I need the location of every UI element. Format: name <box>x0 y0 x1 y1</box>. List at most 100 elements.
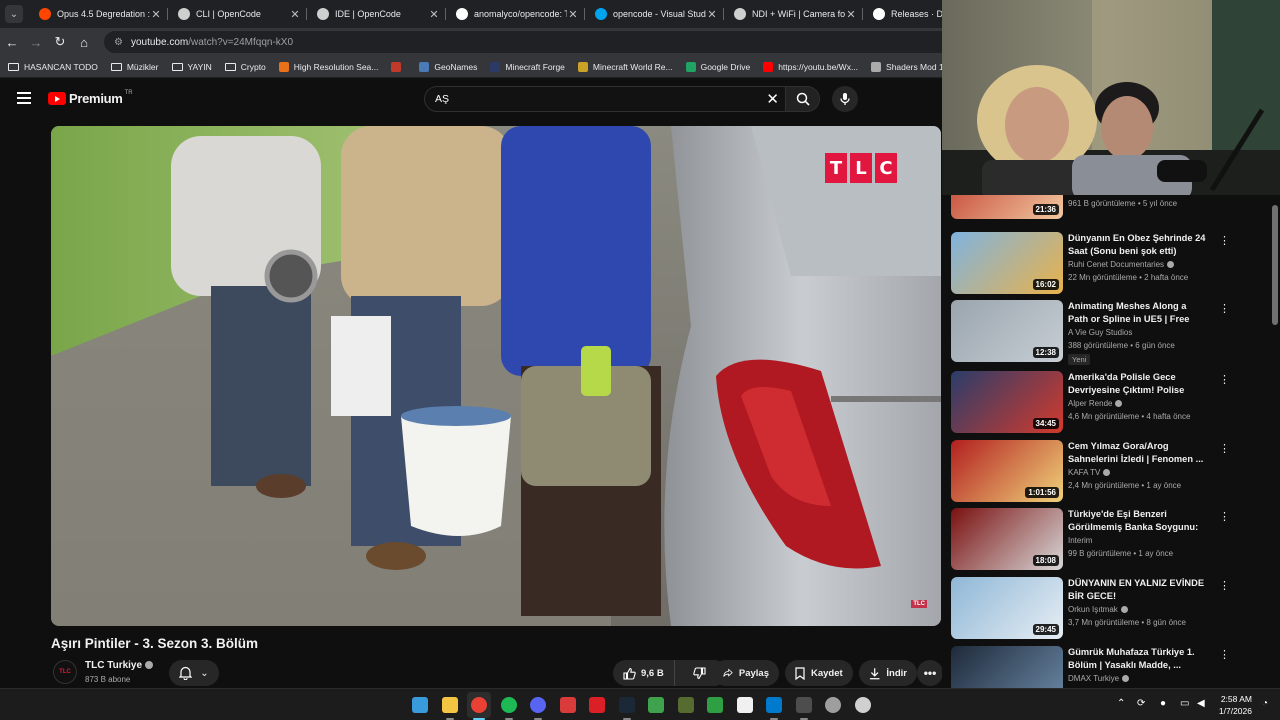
display-icon[interactable]: ▭ <box>1180 698 1189 709</box>
taskbar-app-tank-icon[interactable] <box>677 697 694 713</box>
channel-avatar[interactable]: TLC <box>53 660 77 684</box>
taskbar-settings-icon[interactable] <box>825 697 841 713</box>
system-clock[interactable]: 2:58 AM 1/7/2026 <box>1219 693 1252 717</box>
related-video-channel-name[interactable]: Interim <box>1068 536 1092 545</box>
related-video-channel-name[interactable]: Ruhi Cenet Documentaries <box>1068 260 1164 269</box>
forward-button[interactable]: → <box>24 35 48 50</box>
related-video-item[interactable]: 12:38 Animating Meshes Along a Path or Sp… <box>951 300 1271 365</box>
taskbar-app-red-icon[interactable] <box>559 697 576 713</box>
browser-tab[interactable]: IDE | OpenCode ✕ <box>307 0 446 28</box>
scrollbar-thumb[interactable] <box>1272 205 1278 325</box>
bookmark-folder[interactable]: HASANCAN TODO <box>8 62 98 72</box>
related-video-channel[interactable]: DMAX Turkiye <box>1068 674 1130 683</box>
related-video-item[interactable]: Gümrük Muhafaza Türkiye 1. Bölüm | Yasak… <box>951 646 1271 688</box>
related-video-title[interactable]: DÜNYANIN EN YALNIZ EVİNDE BİR GECE! <box>1068 577 1208 603</box>
taskbar-windows-start-icon[interactable] <box>412 697 428 713</box>
video-thumbnail[interactable]: 12:38 <box>951 300 1063 362</box>
video-thumbnail[interactable] <box>951 646 1063 688</box>
bookmark-folder[interactable]: Müzikler <box>110 62 159 72</box>
taskbar-app-notion-icon[interactable] <box>736 697 753 713</box>
more-options-icon[interactable]: ⋮ <box>1219 234 1230 247</box>
browser-tab[interactable]: CLI | OpenCode ✕ <box>168 0 307 28</box>
more-options-icon[interactable]: ⋮ <box>1219 648 1230 661</box>
video-thumbnail[interactable]: 34:45 <box>951 371 1063 433</box>
tab-close-icon[interactable]: ✕ <box>428 8 440 21</box>
related-video-title[interactable]: Amerika'da Polisle Gece Devriyesine Çıkt… <box>1068 371 1208 397</box>
related-video-channel[interactable]: Interim <box>1068 536 1092 545</box>
related-video-channel-name[interactable]: A Vie Guy Studios <box>1068 328 1132 337</box>
video-thumbnail[interactable]: 1:01:56 <box>951 440 1063 502</box>
video-thumbnail[interactable]: 29:45 <box>951 577 1063 639</box>
notification-bell-button[interactable]: ⌄ <box>169 660 219 686</box>
clear-search-icon[interactable]: ✕ <box>766 90 779 108</box>
bookmark-item[interactable]: Google Drive <box>685 61 750 72</box>
browser-tab[interactable]: NDI + WiFi | Camera for ✕ <box>724 0 863 28</box>
taskbar-discord-icon[interactable] <box>530 697 546 713</box>
microphone-tray-icon[interactable]: ● <box>1160 698 1166 709</box>
tab-close-icon[interactable]: ✕ <box>706 8 718 21</box>
home-button[interactable]: ⌂ <box>72 35 96 50</box>
volume-icon[interactable]: ◀ <box>1197 698 1205 709</box>
related-video-title[interactable]: Animating Meshes Along a Path or Spline … <box>1068 300 1208 326</box>
taskbar-app-creative-icon[interactable] <box>589 697 605 713</box>
bookmark-folder[interactable]: YAYIN <box>171 62 212 72</box>
more-options-icon[interactable]: ⋮ <box>1219 510 1230 523</box>
related-video-item[interactable]: 29:45 DÜNYANIN EN YALNIZ EVİNDE BİR GECE!… <box>951 577 1271 641</box>
more-options-icon[interactable]: ⋮ <box>1219 302 1230 315</box>
tab-close-icon[interactable]: ✕ <box>567 8 579 21</box>
video-player[interactable]: TLC TLC <box>51 126 941 626</box>
related-video-channel-name[interactable]: KAFA TV <box>1068 468 1100 477</box>
related-video-channel-name[interactable]: Alper Rende <box>1068 399 1112 408</box>
search-button[interactable] <box>786 86 820 112</box>
save-button[interactable]: Kaydet <box>785 660 853 686</box>
related-video-title[interactable]: Dünyanın En Obez Şehrinde 24 Saat (Sonu … <box>1068 232 1208 258</box>
taskbar-obs-icon[interactable] <box>854 697 871 713</box>
related-video-channel[interactable]: Alper Rende <box>1068 399 1123 408</box>
more-options-icon[interactable]: ⋮ <box>1219 579 1230 592</box>
search-input[interactable]: AŞ ✕ <box>424 86 786 112</box>
related-video-title[interactable]: Türkiye'de Eşi Benzeri Görülmemiş Banka … <box>1068 508 1208 534</box>
related-video-channel-name[interactable]: DMAX Turkiye <box>1068 674 1119 683</box>
bookmark-folder[interactable]: Crypto <box>224 62 266 72</box>
tab-close-icon[interactable]: ✕ <box>289 8 301 21</box>
related-video-item[interactable]: 16:02 Dünyanın En Obez Şehrinde 24 Saat (… <box>951 232 1271 296</box>
browser-tab[interactable]: Opus 4.5 Degredation : r/✕ <box>29 0 168 28</box>
more-options-icon[interactable]: ⋮ <box>1219 373 1230 386</box>
related-video-channel[interactable]: A Vie Guy Studios <box>1068 328 1132 337</box>
download-button[interactable]: İndir <box>859 660 917 686</box>
browser-tab[interactable]: opencode - Visual Studio ✕ <box>585 0 724 28</box>
address-bar[interactable]: ⚙ youtube.com/watch?v=24Mfqqn-kX0 <box>104 31 1024 53</box>
bookmark-item[interactable]: High Resolution Sea... <box>278 61 378 72</box>
channel-name-text[interactable]: TLC Turkiye <box>85 660 142 671</box>
bookmark-item[interactable]: GeoNames <box>419 61 477 72</box>
related-video-channel[interactable]: Orkun Işıtmak <box>1068 605 1128 614</box>
taskbar-vscode-icon[interactable] <box>766 697 782 713</box>
related-video-item[interactable]: 1:01:56 Cem Yılmaz Gora/Arog Sahnelerini … <box>951 440 1271 504</box>
youtube-logo[interactable]: Premium TR <box>48 90 133 106</box>
network-sync-icon[interactable]: ⟳ <box>1137 698 1145 709</box>
tab-close-icon[interactable]: ✕ <box>845 8 857 21</box>
scrollbar[interactable] <box>1270 195 1280 688</box>
related-video-title[interactable]: Gümrük Muhafaza Türkiye 1. Bölüm | Yasak… <box>1068 646 1208 672</box>
notification-icon[interactable]: ◔ <box>1262 698 1268 709</box>
video-thumbnail[interactable]: 16:02 <box>951 232 1063 294</box>
taskbar-terminal-icon[interactable] <box>795 697 812 713</box>
taskbar-spotify-icon[interactable] <box>500 697 517 713</box>
like-button[interactable]: 9,6 B <box>613 660 675 686</box>
video-thumbnail[interactable]: 21:36 <box>951 195 1063 219</box>
bookmark-item[interactable]: https://youtu.be/Wx... <box>763 61 858 72</box>
video-thumbnail[interactable]: 18:08 <box>951 508 1063 570</box>
related-video-channel[interactable]: Ruhi Cenet Documentaries <box>1068 260 1175 269</box>
more-options-icon[interactable]: ⋮ <box>1219 442 1230 455</box>
tab-close-icon[interactable]: ✕ <box>150 8 162 21</box>
menu-icon[interactable] <box>17 92 31 104</box>
related-video-channel-name[interactable]: Orkun Işıtmak <box>1068 605 1118 614</box>
bookmark-item[interactable]: Minecraft Forge <box>490 61 565 72</box>
taskbar-file-explorer-icon[interactable] <box>441 697 458 713</box>
related-video-channel[interactable]: KAFA TV <box>1068 468 1111 477</box>
taskbar-app-green-icon[interactable] <box>648 697 664 713</box>
back-button[interactable]: ← <box>0 35 24 50</box>
taskbar-steam-icon[interactable] <box>618 697 635 713</box>
related-video-title[interactable]: Cem Yılmaz Gora/Arog Sahnelerini İzledi … <box>1068 440 1208 466</box>
bookmark-item[interactable] <box>391 61 406 72</box>
